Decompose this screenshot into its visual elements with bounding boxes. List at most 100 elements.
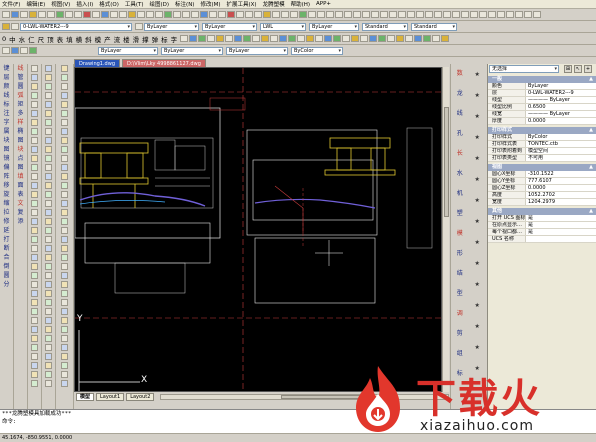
props-row[interactable]: 线宽 ———— ByLayer: [488, 111, 596, 118]
props-row[interactable]: 在原点显示… 是: [488, 222, 596, 229]
left-icon-0-12[interactable]: [31, 173, 38, 180]
toolbar-button-2[interactable]: [20, 11, 28, 18]
props-value[interactable]: 是: [526, 222, 596, 228]
left-icon-0-15[interactable]: [31, 200, 38, 207]
tool-button-12[interactable]: [288, 35, 297, 42]
left-icon-2-29[interactable]: [61, 326, 68, 333]
left-icon-1-12[interactable]: [45, 173, 52, 180]
props-row[interactable]: 颜色 ByLayer: [488, 83, 596, 90]
toolbar-button-24[interactable]: [218, 11, 226, 18]
tool-button-8[interactable]: [252, 35, 261, 42]
left-icon-2-32[interactable]: [61, 353, 68, 360]
left-tool-a-22[interactable]: 倒: [0, 262, 13, 271]
left-icon-2-34[interactable]: [61, 371, 68, 378]
toolbar-button-35[interactable]: [317, 11, 325, 18]
left-tool-b-9[interactable]: 块: [14, 145, 27, 154]
props-value[interactable]: 0.0000: [526, 185, 596, 191]
left-icon-2-8[interactable]: [61, 137, 68, 144]
toolbar-button-10[interactable]: [92, 11, 100, 18]
text-style-select[interactable]: Standard: [362, 22, 408, 31]
toolbar-button-58[interactable]: [524, 11, 532, 18]
left-icon-2-4[interactable]: [61, 101, 68, 108]
toolbar-button-27[interactable]: [245, 11, 253, 18]
left-icon-1-21[interactable]: [45, 254, 52, 261]
tool-char-1[interactable]: 中: [9, 34, 16, 44]
tool-button-6[interactable]: [234, 35, 243, 42]
left-icon-2-14[interactable]: [61, 191, 68, 198]
left-icon-0-33[interactable]: [31, 362, 38, 369]
left-icon-2-19[interactable]: [61, 236, 68, 243]
left-icon-0-7[interactable]: [31, 128, 38, 135]
color-control-select[interactable]: ByLayer: [98, 46, 158, 55]
tool-button-9[interactable]: [261, 35, 270, 42]
left-icon-2-25[interactable]: [61, 290, 68, 297]
left-tool-a-18[interactable]: 延: [0, 226, 13, 235]
left-icon-1-7[interactable]: [45, 128, 52, 135]
left-icon-2-6[interactable]: [61, 119, 68, 126]
left-icon-0-14[interactable]: [31, 191, 38, 198]
layer-icon[interactable]: [11, 47, 19, 54]
toolbar-button-21[interactable]: [191, 11, 199, 18]
left-icon-2-1[interactable]: [61, 74, 68, 81]
toolbar-button-28[interactable]: [254, 11, 262, 18]
left-icon-2-30[interactable]: [61, 335, 68, 342]
tool-button-28[interactable]: [432, 35, 441, 42]
left-icon-1-26[interactable]: [45, 299, 52, 306]
tab-layout1[interactable]: Layout1: [96, 392, 125, 401]
left-icon-1-20[interactable]: [45, 245, 52, 252]
tool-char-16[interactable]: 弹: [152, 34, 159, 44]
right-star-icon-11[interactable]: ★: [475, 295, 480, 316]
props-value[interactable]: 模型空间: [526, 148, 596, 154]
left-icon-0-3[interactable]: [31, 92, 38, 99]
tool-button-17[interactable]: [333, 35, 342, 42]
toolbar-button-29[interactable]: [263, 11, 271, 18]
right-star-icon-9[interactable]: ★: [475, 253, 480, 274]
right-tool-0[interactable]: 数: [457, 64, 463, 84]
toolbar-button-30[interactable]: [272, 11, 280, 18]
right-star-icon-0[interactable]: ★: [475, 64, 480, 85]
tool-button-1[interactable]: [189, 35, 198, 42]
left-icon-1-9[interactable]: [45, 146, 52, 153]
left-icon-1-0[interactable]: [45, 65, 52, 72]
tool-char-3[interactable]: 仁: [28, 34, 35, 44]
left-tool-b-17[interactable]: 添: [14, 217, 27, 226]
left-icon-1-33[interactable]: [45, 362, 52, 369]
left-tool-a-13[interactable]: 移: [0, 181, 13, 190]
right-star-icon-6[interactable]: ★: [475, 190, 480, 211]
props-value[interactable]: 不可用: [526, 155, 596, 161]
tool-button-22[interactable]: [378, 35, 387, 42]
props-value[interactable]: ———— ByLayer: [526, 97, 596, 103]
left-tool-a-21[interactable]: 合: [0, 253, 13, 262]
props-value[interactable]: 1204.2979: [526, 199, 596, 205]
tool-button-10[interactable]: [270, 35, 279, 42]
lineweight-control-select[interactable]: ByLayer: [226, 46, 288, 55]
left-icon-2-10[interactable]: [61, 155, 68, 162]
props-row[interactable]: 打印表附着到 模型空间: [488, 148, 596, 155]
left-icon-0-34[interactable]: [31, 371, 38, 378]
tool-button-25[interactable]: [405, 35, 414, 42]
pickadd-icon[interactable]: +: [584, 65, 592, 73]
tool-char-14[interactable]: 滑: [133, 34, 140, 44]
right-star-icon-4[interactable]: ★: [475, 148, 480, 169]
menu-item-8[interactable]: 修改(M): [200, 0, 220, 8]
menu-item-0[interactable]: 文件(F): [2, 0, 20, 8]
left-tool-b-4[interactable]: 矩: [14, 100, 27, 109]
left-icon-2-23[interactable]: [61, 272, 68, 279]
props-value[interactable]: 是: [526, 229, 596, 235]
right-star-icon-13[interactable]: ★: [475, 337, 480, 358]
dim-style-select[interactable]: Standard: [411, 22, 457, 31]
toolbar-button-13[interactable]: [119, 11, 127, 18]
left-icon-0-30[interactable]: [31, 335, 38, 342]
left-icon-1-31[interactable]: [45, 344, 52, 351]
toolbar-button-50[interactable]: [452, 11, 460, 18]
toolbar-button-49[interactable]: [443, 11, 451, 18]
props-value[interactable]: TONTEC.ctb: [526, 141, 596, 147]
make-current-icon[interactable]: [135, 23, 143, 30]
left-tool-a-14[interactable]: 旋: [0, 190, 13, 199]
toolbar-button-44[interactable]: [398, 11, 406, 18]
toolbar-button-14[interactable]: [128, 11, 136, 18]
left-tool-a-12[interactable]: 阵: [0, 172, 13, 181]
props-row[interactable]: 宽度 1204.2979: [488, 199, 596, 206]
left-tool-b-1[interactable]: 管: [14, 73, 27, 82]
menu-item-10[interactable]: 龙腾塑模: [263, 0, 285, 8]
